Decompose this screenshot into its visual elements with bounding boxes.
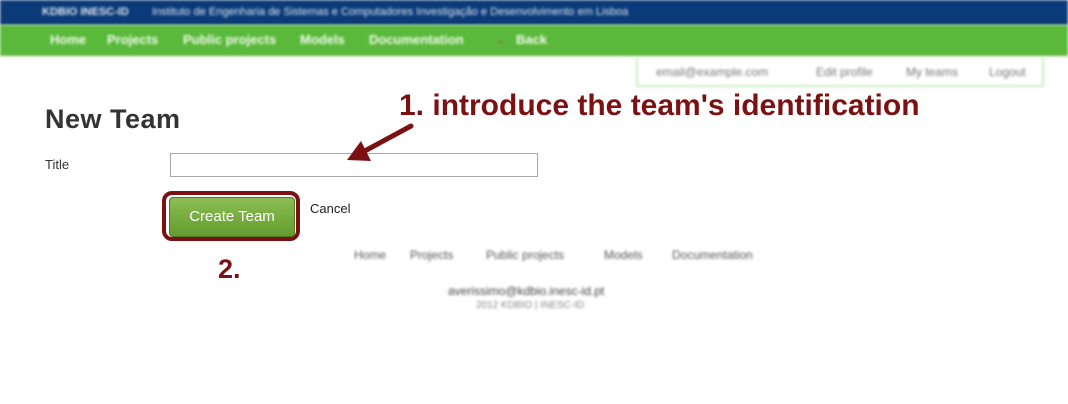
footer-public-projects[interactable]: Public projects: [486, 248, 564, 262]
footer-documentation[interactable]: Documentation: [672, 248, 753, 262]
footer-copyright: 2012 KDBIO | INESC-ID: [476, 300, 585, 311]
footer-email[interactable]: averissimo@kdbio.inesc-id.pt: [448, 284, 604, 298]
footer-home[interactable]: Home: [354, 248, 386, 262]
annotation-arrow-icon: [347, 123, 414, 161]
footer-models[interactable]: Models: [604, 248, 643, 262]
footer-projects[interactable]: Projects: [410, 248, 453, 262]
